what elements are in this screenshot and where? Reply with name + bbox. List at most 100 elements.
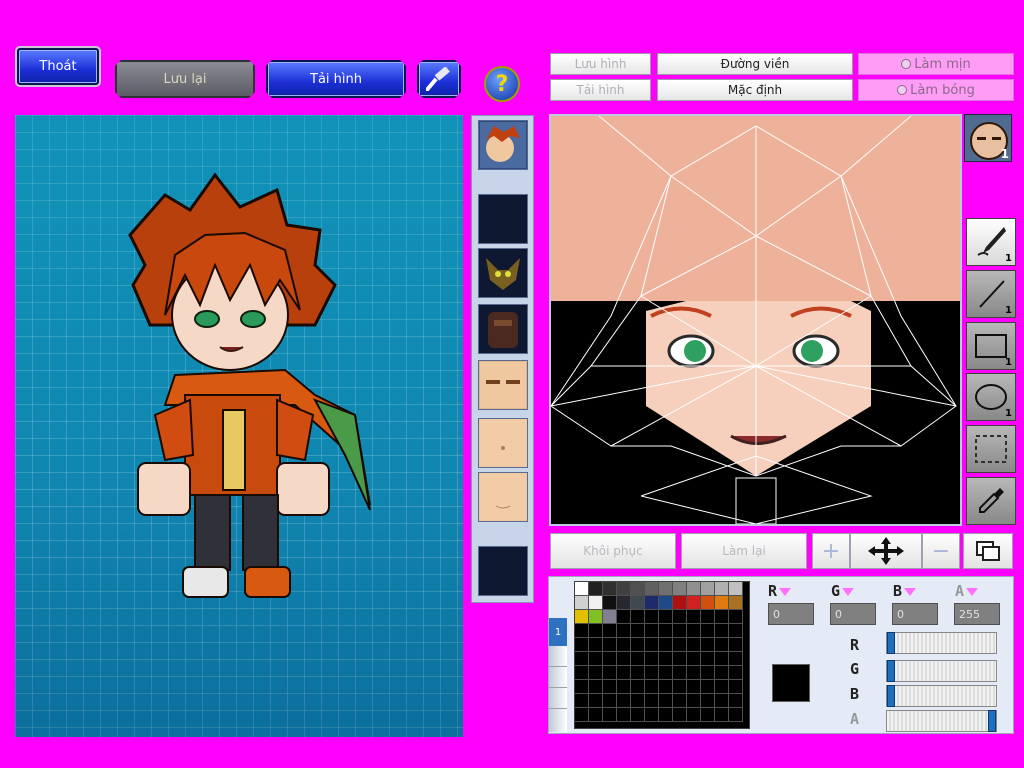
part-thumb-face-4[interactable] — [478, 472, 528, 522]
palette-swatch[interactable] — [603, 596, 617, 610]
r-slider-knob[interactable] — [887, 632, 895, 654]
palette-swatch[interactable] — [659, 708, 673, 722]
palette-swatch[interactable] — [729, 638, 743, 652]
palette-swatch[interactable] — [645, 680, 659, 694]
outline-button[interactable]: Đường viền — [657, 53, 853, 75]
palette-swatch[interactable] — [603, 652, 617, 666]
palette-swatch[interactable] — [715, 596, 729, 610]
palette-swatch[interactable] — [673, 582, 687, 596]
palette-swatch[interactable] — [631, 610, 645, 624]
b-slider[interactable] — [886, 685, 997, 707]
palette-swatch[interactable] — [687, 694, 701, 708]
palette-swatch[interactable] — [673, 596, 687, 610]
palette-swatch[interactable] — [687, 582, 701, 596]
palette-swatch[interactable] — [603, 680, 617, 694]
save-button[interactable]: Lưu lại — [115, 60, 255, 98]
palette-swatch[interactable] — [701, 638, 715, 652]
palette-swatch[interactable] — [603, 582, 617, 596]
part-thumb-face[interactable] — [478, 120, 528, 170]
part-thumb-face-3[interactable] — [478, 418, 528, 468]
palette-swatch[interactable] — [575, 610, 589, 624]
palette-swatch[interactable] — [729, 666, 743, 680]
palette-swatch[interactable] — [687, 708, 701, 722]
palette-swatch[interactable] — [687, 680, 701, 694]
palette-swatch[interactable] — [715, 694, 729, 708]
palette-swatch[interactable] — [631, 666, 645, 680]
palette-swatch[interactable] — [659, 652, 673, 666]
palette-swatch[interactable] — [617, 708, 631, 722]
palette-swatch[interactable] — [687, 666, 701, 680]
palette-swatch[interactable] — [701, 582, 715, 596]
palette-swatch[interactable] — [589, 624, 603, 638]
select-tool[interactable] — [966, 425, 1016, 473]
a-value-field[interactable]: 255 — [954, 603, 1000, 625]
palette-swatch[interactable] — [715, 638, 729, 652]
palette-swatch[interactable] — [575, 638, 589, 652]
move-button[interactable] — [850, 533, 922, 569]
palette-swatch[interactable] — [589, 666, 603, 680]
palette-swatch[interactable] — [603, 694, 617, 708]
palette-swatch[interactable] — [729, 680, 743, 694]
palette-swatch[interactable] — [659, 694, 673, 708]
palette-swatch[interactable] — [575, 596, 589, 610]
reload-button[interactable]: Tải hình — [266, 60, 406, 98]
palette-swatch[interactable] — [589, 638, 603, 652]
layers-button[interactable] — [963, 533, 1013, 569]
palette-swatch[interactable] — [673, 610, 687, 624]
palette-swatch[interactable] — [659, 624, 673, 638]
palette-swatch[interactable] — [687, 596, 701, 610]
palette-swatch[interactable] — [659, 680, 673, 694]
palette-swatch[interactable] — [631, 694, 645, 708]
palette-swatch[interactable] — [631, 624, 645, 638]
smooth-radio[interactable]: Làm mịn — [858, 53, 1014, 75]
palette-swatch[interactable] — [603, 708, 617, 722]
palette-swatch[interactable] — [645, 582, 659, 596]
avatar-layer-button[interactable]: 1 — [964, 114, 1012, 162]
palette-swatch[interactable] — [575, 582, 589, 596]
save-image-button[interactable]: Lưu hình — [550, 53, 651, 75]
palette-swatch[interactable] — [603, 638, 617, 652]
palette-swatch[interactable] — [617, 694, 631, 708]
palette-swatch[interactable] — [729, 610, 743, 624]
part-thumb-empty-2[interactable] — [478, 546, 528, 596]
palette-swatch[interactable] — [589, 652, 603, 666]
palette-swatch[interactable] — [575, 666, 589, 680]
palette-swatch[interactable] — [589, 582, 603, 596]
a-slider[interactable] — [886, 710, 997, 732]
palette-swatch[interactable] — [715, 582, 729, 596]
g-slider[interactable] — [886, 660, 997, 682]
palette-swatch[interactable] — [575, 694, 589, 708]
zoom-out-button[interactable]: − — [922, 533, 960, 569]
palette-swatch[interactable] — [701, 596, 715, 610]
palette-swatch[interactable] — [673, 680, 687, 694]
palette-swatch[interactable] — [645, 624, 659, 638]
palette-swatch[interactable] — [659, 582, 673, 596]
palette-swatch[interactable] — [645, 652, 659, 666]
palette-swatch[interactable] — [589, 596, 603, 610]
dropdown-triangle-icon[interactable] — [904, 587, 917, 596]
palette-swatch[interactable] — [701, 666, 715, 680]
palette-swatch[interactable] — [645, 610, 659, 624]
palette-swatch[interactable] — [631, 680, 645, 694]
palette-swatch[interactable] — [659, 638, 673, 652]
b-value-field[interactable]: 0 — [892, 603, 938, 625]
palette-swatch[interactable] — [729, 582, 743, 596]
restore-button[interactable]: Khôi phục — [550, 533, 676, 569]
palette-swatch[interactable] — [617, 666, 631, 680]
palette-swatch[interactable] — [729, 624, 743, 638]
palette-swatch[interactable] — [659, 596, 673, 610]
palette-swatch[interactable] — [631, 596, 645, 610]
palette-swatch[interactable] — [589, 708, 603, 722]
hammer-button[interactable] — [417, 60, 461, 98]
g-slider-knob[interactable] — [887, 660, 895, 682]
palette-swatch[interactable] — [673, 694, 687, 708]
palette-swatch[interactable] — [631, 582, 645, 596]
line-tool[interactable]: 1 — [966, 270, 1016, 318]
palette-swatch[interactable] — [729, 694, 743, 708]
palette-swatch[interactable] — [617, 652, 631, 666]
palette-swatch[interactable] — [701, 610, 715, 624]
brush-tool[interactable]: 1 — [966, 218, 1016, 266]
palette-swatch[interactable] — [687, 638, 701, 652]
dropdown-triangle-icon[interactable] — [966, 587, 979, 596]
palette-swatch[interactable] — [589, 610, 603, 624]
